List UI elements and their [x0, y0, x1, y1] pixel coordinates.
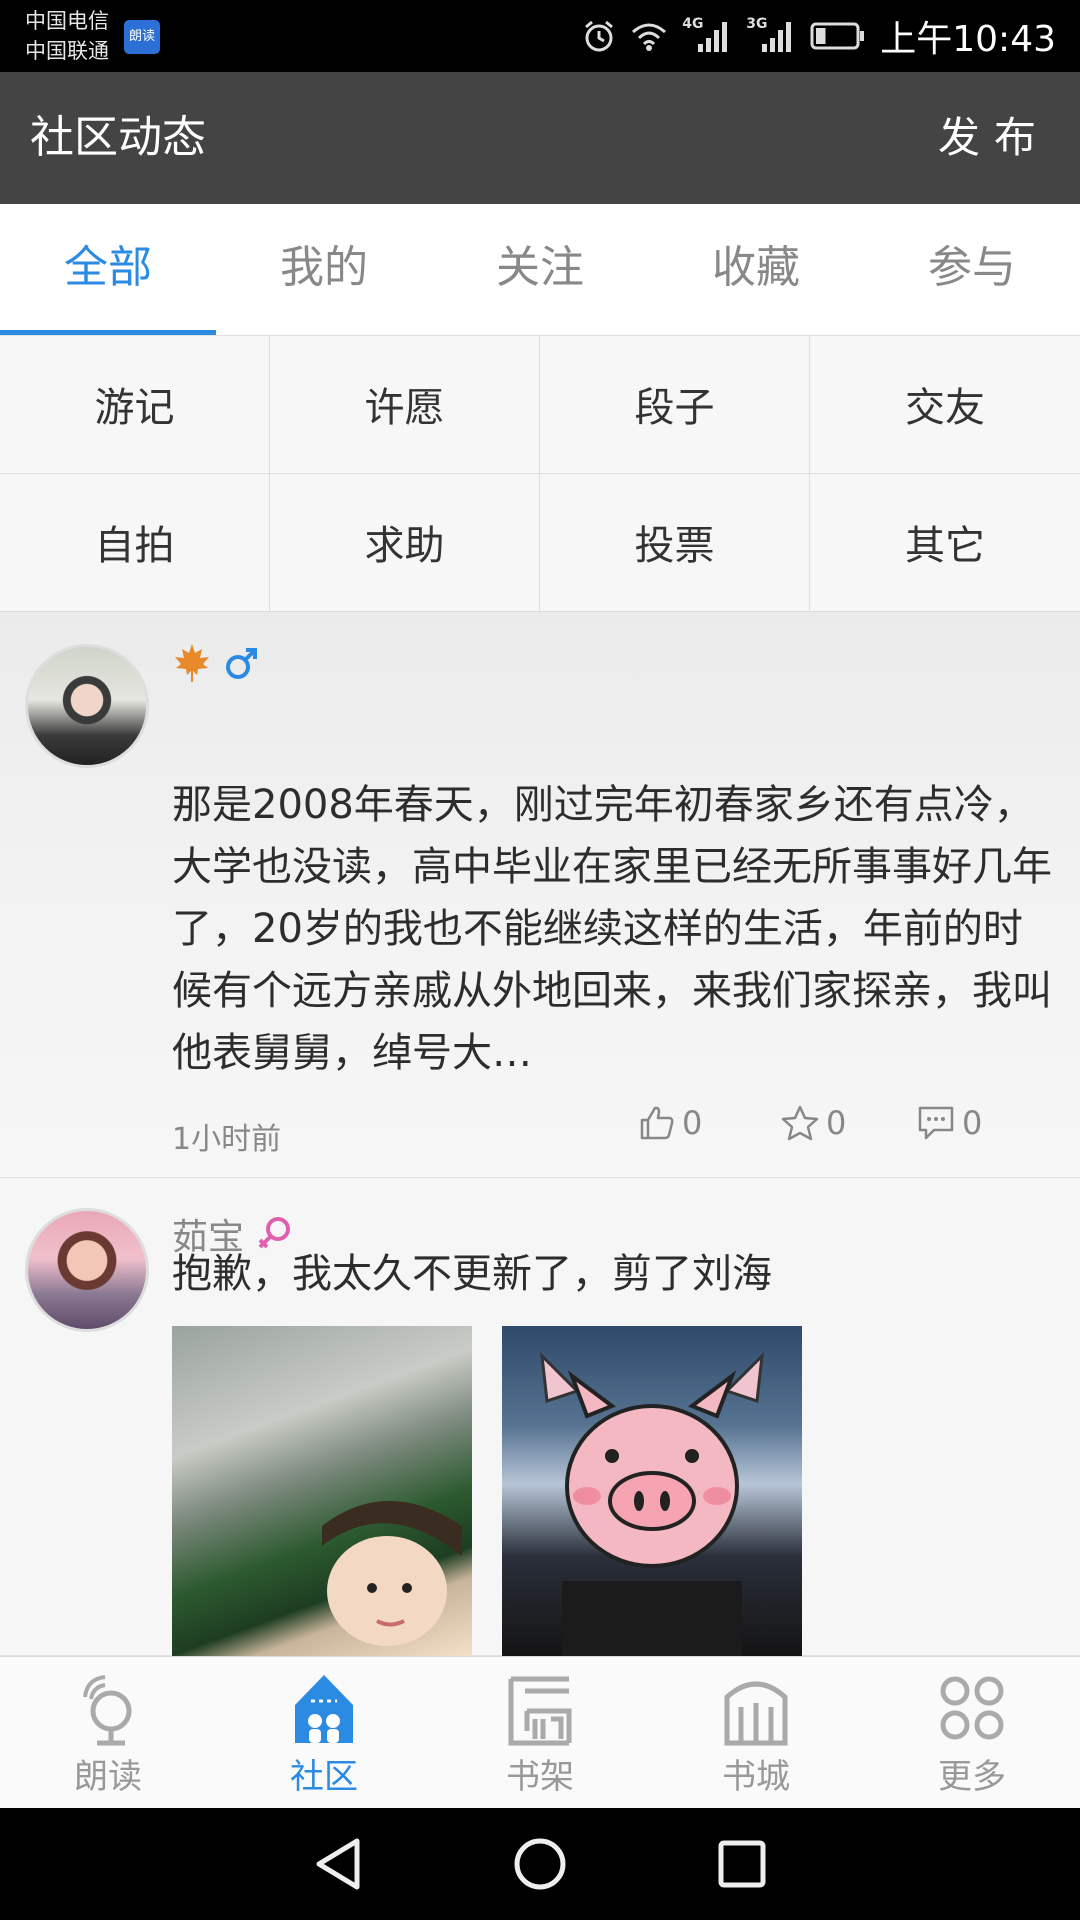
nav-more-label: 更多: [938, 1757, 1006, 1797]
favorite-button[interactable]: 0: [780, 1104, 846, 1142]
post-card[interactable]: 茹宝 抱歉，我太久不更新了，剪了刘海: [0, 1178, 1080, 1656]
carrier-1: 中国电信: [25, 9, 109, 33]
avatar[interactable]: [25, 1208, 149, 1332]
category-travel[interactable]: 游记: [0, 336, 270, 474]
clock: 上午10:43: [880, 19, 1056, 60]
category-jokes[interactable]: 段子: [540, 336, 810, 474]
microphone-icon: [83, 1675, 132, 1746]
comment-count: 0: [962, 1104, 983, 1142]
home-icon[interactable]: [513, 1837, 567, 1891]
category-other[interactable]: 其它: [810, 474, 1080, 612]
more-grid-icon: [940, 1676, 1004, 1740]
nav-read-label: 朗读: [74, 1757, 142, 1797]
star-icon: [781, 1105, 819, 1141]
comment-icon: [918, 1106, 954, 1140]
post-author-row: [172, 642, 262, 684]
recents-icon[interactable]: [717, 1839, 767, 1889]
nav-bookstore[interactable]: 书城: [648, 1657, 864, 1808]
tab-participated[interactable]: 参与: [864, 204, 1080, 335]
battery-icon: [810, 22, 865, 50]
post-text[interactable]: 抱歉，我太久不更新了，剪了刘海: [172, 1244, 1062, 1304]
tab-favorites[interactable]: 收藏: [648, 204, 864, 335]
nav-bookstore-label: 书城: [722, 1757, 790, 1797]
nav-read[interactable]: 朗读: [0, 1657, 216, 1808]
back-icon[interactable]: [313, 1837, 363, 1891]
publish-button[interactable]: 发布: [938, 72, 1050, 204]
nav-more[interactable]: 更多: [864, 1657, 1080, 1808]
tab-all[interactable]: 全部: [0, 204, 216, 335]
nav-bookshelf-label: 书架: [506, 1757, 574, 1797]
like-count: 0: [682, 1104, 703, 1142]
app-notification-icon: 朗读: [124, 20, 160, 54]
male-icon: [226, 648, 257, 679]
post-photo[interactable]: [172, 1326, 472, 1656]
post-time: 1小时前: [172, 1122, 282, 1157]
tab-following[interactable]: 关注: [432, 204, 648, 335]
post-feed: 那是2008年春天，刚过完年初春家乡还有点冷，大学也没读，高中毕业在家里已经无所…: [0, 612, 1080, 1656]
tab-bar: 全部 我的 关注 收藏 参与: [0, 204, 1080, 336]
category-help[interactable]: 求助: [270, 473, 540, 611]
signal-4g-icon: 4G: [682, 16, 732, 56]
category-grid: 游记 许愿 段子 交友 自拍 求助 投票 其它: [0, 336, 1080, 612]
tab-mine[interactable]: 我的: [216, 204, 432, 335]
like-button[interactable]: 0: [638, 1104, 702, 1142]
category-friends[interactable]: 交友: [810, 336, 1080, 474]
bookstore-icon: [724, 1681, 788, 1746]
bookshelf-icon: [508, 1676, 572, 1746]
post-text[interactable]: 那是2008年春天，刚过完年初春家乡还有点冷，大学也没读，高中毕业在家里已经无所…: [172, 774, 1062, 1084]
thumbs-up-icon: [640, 1106, 674, 1140]
avatar[interactable]: [25, 644, 149, 768]
signal-3g-icon: 3G: [746, 16, 796, 56]
carrier-info: 中国电信 中国联通: [25, 6, 109, 66]
status-bar: 中国电信 中国联通 朗读 4G 3G 上午10:43: [0, 0, 1080, 72]
alarm-icon: [585, 20, 614, 52]
category-selfie[interactable]: 自拍: [0, 473, 270, 611]
nav-community-label: 社区: [290, 1757, 358, 1797]
maple-leaf-icon: [175, 644, 209, 682]
nav-bookshelf[interactable]: 书架: [432, 1657, 648, 1808]
comment-button[interactable]: 0: [916, 1104, 982, 1142]
carrier-2: 中国联通: [25, 39, 109, 63]
favorite-count: 0: [826, 1104, 847, 1142]
post-photo[interactable]: [502, 1326, 802, 1656]
system-nav-bar: [0, 1808, 1080, 1920]
nav-community[interactable]: 社区: [216, 1657, 432, 1808]
wifi-icon: [632, 23, 667, 51]
category-vote[interactable]: 投票: [540, 473, 810, 611]
page-title: 社区动态: [30, 112, 206, 163]
bottom-nav: 朗读 社区 书架 书城 更多: [0, 1656, 1080, 1808]
app-header: 社区动态 发布: [0, 72, 1080, 204]
post-card[interactable]: 那是2008年春天，刚过完年初春家乡还有点冷，大学也没读，高中毕业在家里已经无所…: [0, 612, 1080, 1178]
community-house-icon: [295, 1675, 353, 1743]
category-wish[interactable]: 许愿: [270, 336, 540, 474]
